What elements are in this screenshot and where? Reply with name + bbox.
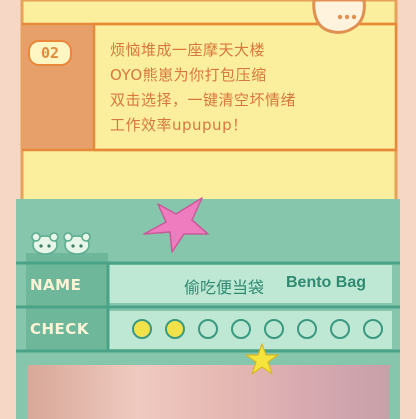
- card-number-badge: 02: [28, 40, 72, 66]
- card-line-3: 双击选择，一键清空坏情绪: [110, 91, 297, 109]
- product-photo: [28, 365, 390, 419]
- check-label: CHECK: [30, 320, 89, 338]
- name-value-chinese: 偷吃便当袋: [184, 278, 265, 297]
- check-dot-7[interactable]: [330, 319, 350, 339]
- check-dot-5[interactable]: [264, 319, 284, 339]
- check-dot-1[interactable]: [132, 319, 152, 339]
- pink-star-icon: [143, 197, 209, 253]
- bear-chat-icon: [312, 0, 366, 34]
- name-label: NAME: [30, 276, 82, 294]
- check-dot-6[interactable]: [297, 319, 317, 339]
- card-line-4: 工作效率upupup！: [110, 116, 248, 134]
- yellow-star-icon: [245, 343, 279, 375]
- check-dot-4[interactable]: [231, 319, 251, 339]
- card-line-1: 烦恼堆成一座摩天大楼: [110, 41, 266, 59]
- check-dot-2[interactable]: [165, 319, 185, 339]
- name-value-english: Bento Bag: [286, 274, 366, 291]
- check-dot-8[interactable]: [363, 319, 383, 339]
- card-line-2: OYO熊崽为你打包压缩: [110, 66, 267, 84]
- card-description: 烦恼堆成一座摩天大楼 OYO熊崽为你打包压缩 双击选择，一键清空坏情绪 工作效率…: [110, 38, 390, 138]
- check-dot-3[interactable]: [198, 319, 218, 339]
